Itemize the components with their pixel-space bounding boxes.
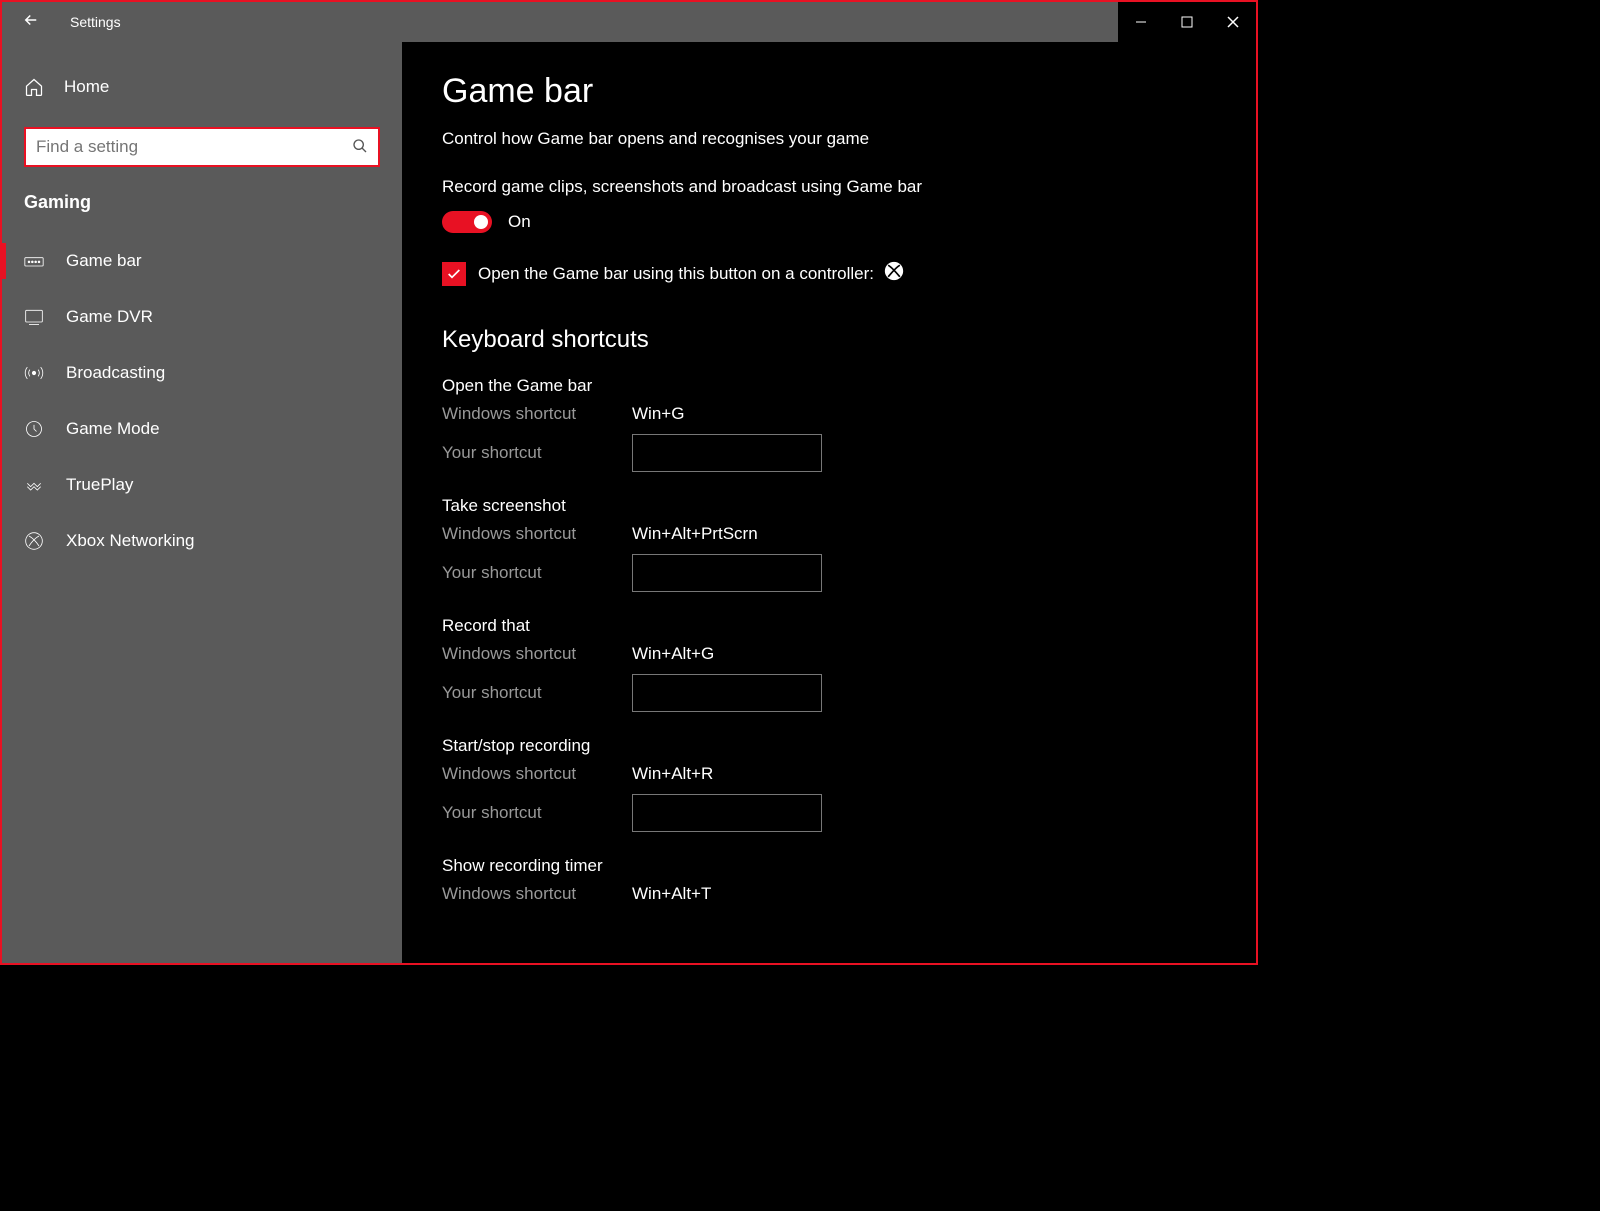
- trueplay-icon: [24, 475, 44, 495]
- shortcut-name: Start/stop recording: [442, 736, 1216, 756]
- sidebar-item-game-mode[interactable]: Game Mode: [2, 401, 402, 457]
- windows-shortcut-label: Windows shortcut: [442, 884, 632, 904]
- toggle-knob: [474, 215, 488, 229]
- windows-shortcut-label: Windows shortcut: [442, 764, 632, 784]
- gamemode-icon: [24, 419, 44, 439]
- page-desc: Control how Game bar opens and recognise…: [442, 129, 1216, 149]
- back-button[interactable]: [22, 11, 40, 34]
- controller-icon: [24, 251, 44, 271]
- sidebar-item-label: Game bar: [66, 251, 142, 271]
- broadcast-icon: [24, 363, 44, 383]
- shortcut-record-that: Record that Windows shortcut Win+Alt+G Y…: [442, 616, 1216, 712]
- sidebar-item-label: Game DVR: [66, 307, 153, 327]
- your-shortcut-label: Your shortcut: [442, 443, 632, 463]
- sidebar-item-label: Game Mode: [66, 419, 160, 439]
- your-shortcut-label: Your shortcut: [442, 563, 632, 583]
- record-toggle[interactable]: [442, 211, 492, 233]
- dvr-icon: [24, 307, 44, 327]
- sidebar-item-label: Broadcasting: [66, 363, 165, 383]
- shortcut-show-recording-timer: Show recording timer Windows shortcut Wi…: [442, 856, 1216, 904]
- sidebar-item-xbox-networking[interactable]: Xbox Networking: [2, 513, 402, 569]
- home-label: Home: [64, 77, 109, 97]
- shortcut-start-stop-recording: Start/stop recording Windows shortcut Wi…: [442, 736, 1216, 832]
- section-header: Gaming: [2, 192, 402, 233]
- your-shortcut-input[interactable]: [632, 794, 822, 832]
- sidebar: Home Gaming Game bar Game DVR: [2, 42, 402, 963]
- search-box[interactable]: [24, 127, 380, 167]
- titlebar: Settings: [2, 2, 1256, 42]
- page-title: Game bar: [442, 72, 1216, 111]
- windows-shortcut-label: Windows shortcut: [442, 644, 632, 664]
- toggle-label: Record game clips, screenshots and broad…: [442, 177, 1216, 197]
- search-icon: [352, 138, 368, 157]
- shortcut-name: Take screenshot: [442, 496, 1216, 516]
- windows-shortcut-value: Win+Alt+R: [632, 764, 713, 784]
- your-shortcut-input[interactable]: [632, 554, 822, 592]
- home-nav[interactable]: Home: [2, 67, 402, 107]
- windows-shortcut-value: Win+Alt+T: [632, 884, 711, 904]
- sidebar-item-game-bar[interactable]: Game bar: [2, 233, 402, 289]
- shortcut-name: Record that: [442, 616, 1216, 636]
- main-content: Game bar Control how Game bar opens and …: [402, 42, 1256, 963]
- sidebar-item-game-dvr[interactable]: Game DVR: [2, 289, 402, 345]
- shortcut-name: Open the Game bar: [442, 376, 1216, 396]
- your-shortcut-input[interactable]: [632, 434, 822, 472]
- window-title: Settings: [70, 14, 121, 30]
- checkbox-label: Open the Game bar using this button on a…: [478, 261, 904, 286]
- your-shortcut-input[interactable]: [632, 674, 822, 712]
- windows-shortcut-label: Windows shortcut: [442, 404, 632, 424]
- windows-shortcut-value: Win+Alt+G: [632, 644, 714, 664]
- close-button[interactable]: [1210, 2, 1256, 42]
- shortcuts-header: Keyboard shortcuts: [442, 326, 1216, 354]
- checkbox-text: Open the Game bar using this button on a…: [478, 264, 874, 284]
- sidebar-item-broadcasting[interactable]: Broadcasting: [2, 345, 402, 401]
- windows-shortcut-value: Win+Alt+PrtScrn: [632, 524, 758, 544]
- toggle-state: On: [508, 212, 531, 232]
- your-shortcut-label: Your shortcut: [442, 683, 632, 703]
- sidebar-item-label: TruePlay: [66, 475, 133, 495]
- home-icon: [24, 77, 44, 97]
- windows-shortcut-label: Windows shortcut: [442, 524, 632, 544]
- controller-checkbox[interactable]: [442, 262, 466, 286]
- xbox-button-icon: [884, 261, 904, 286]
- shortcut-open-game-bar: Open the Game bar Windows shortcut Win+G…: [442, 376, 1216, 472]
- windows-shortcut-value: Win+G: [632, 404, 684, 424]
- your-shortcut-label: Your shortcut: [442, 803, 632, 823]
- sidebar-item-trueplay[interactable]: TruePlay: [2, 457, 402, 513]
- minimize-button[interactable]: [1118, 2, 1164, 42]
- shortcut-name: Show recording timer: [442, 856, 1216, 876]
- xbox-icon: [24, 531, 44, 551]
- sidebar-item-label: Xbox Networking: [66, 531, 195, 551]
- shortcut-take-screenshot: Take screenshot Windows shortcut Win+Alt…: [442, 496, 1216, 592]
- search-input[interactable]: [36, 137, 352, 157]
- maximize-button[interactable]: [1164, 2, 1210, 42]
